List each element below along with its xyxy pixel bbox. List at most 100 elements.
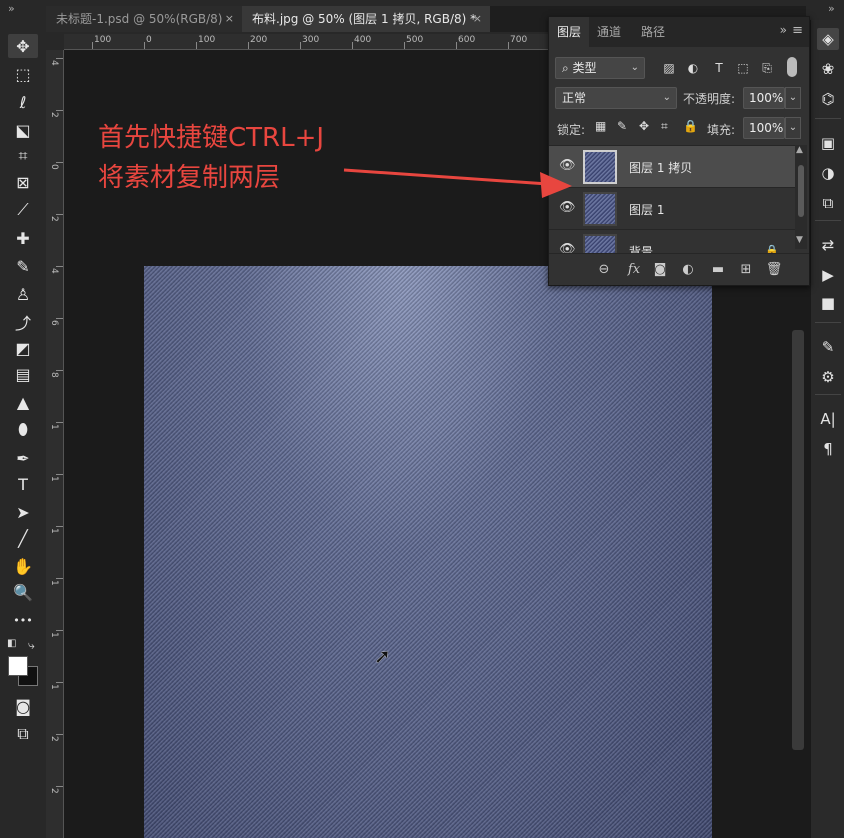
screen-mode-icon[interactable]: ⧉ [8,722,38,746]
history-dock-icon[interactable]: ⇄ [817,234,839,256]
fx-icon[interactable]: fx [625,261,643,279]
eraser-icon[interactable]: ◩ [8,336,38,360]
tab-layers[interactable]: 图层 [549,17,590,47]
zoom-icon[interactable]: 🔍 [8,580,38,604]
collapse-toolbar-icon[interactable]: » [8,2,15,15]
path-select-icon[interactable]: ➤ [8,500,38,524]
lock-artboard-icon[interactable]: ⌗ [661,119,668,134]
lock-all-icon[interactable]: 🔒 [683,119,698,133]
gradient-icon[interactable]: ▤ [8,362,38,386]
properties-dock-icon[interactable]: ⧉ [817,192,839,214]
tutorial-annotation: 首先快捷键CTRL+J 将素材复制两层 [98,118,324,198]
tab-untitled-psd[interactable]: 未标题-1.psd @ 50%(RGB/8) × [46,6,242,32]
lasso-icon[interactable]: ℓ [8,90,38,114]
denim-fabric-image[interactable] [144,266,712,838]
blend-mode-select[interactable]: 正常 ⌄ [555,87,677,109]
stamp-icon[interactable]: ♙ [8,282,38,306]
ruler-tick [92,42,93,49]
character-dock-icon[interactable]: A| [817,408,839,430]
visibility-eye-icon[interactable]: 👁 [559,158,576,173]
visibility-eye-icon[interactable]: 👁 [559,200,576,215]
canvas-vertical-scrollbar[interactable] [792,330,804,750]
object-select-icon[interactable]: ⬕ [8,118,38,142]
library-dock-icon[interactable]: ▣ [817,132,839,154]
blur-icon[interactable]: ▲ [8,390,38,414]
settings-dock-icon[interactable]: ⚙ [817,366,839,388]
adjustment-icon[interactable]: ◐ [679,261,697,279]
adjustment-filter-icon[interactable]: ◐ [685,61,701,77]
tab-paths[interactable]: 路径 [633,17,673,47]
marquee-icon[interactable]: ⬚ [8,62,38,86]
pixel-filter-icon[interactable]: ▨ [661,61,677,77]
paths-dock-icon[interactable]: ⌬ [817,88,839,110]
layers-dock-icon[interactable]: ◈ [817,28,839,50]
layer-name: 图层 1 拷贝 [629,161,693,175]
ruler-tick [56,422,63,423]
collapse-dock-icon[interactable]: » [828,2,835,15]
visibility-eye-icon[interactable]: 👁 [559,242,576,253]
history-brush-icon[interactable]: ⤴ [8,310,38,334]
link-icon[interactable]: ⊖ [595,261,613,279]
color-dock-icon[interactable]: ❀ [817,58,839,80]
ruler-tick [56,786,63,787]
ruler-label: 300 [302,35,320,45]
lock-position-icon[interactable]: ✥ [639,119,649,133]
type-icon[interactable]: T [8,472,38,496]
ruler-label: 700 [510,35,528,45]
scrollbar-thumb[interactable] [798,165,804,217]
foreground-color-swatch[interactable] [8,656,28,676]
tab-channels[interactable]: 通道 [589,17,629,47]
fill-field[interactable]: 100% [743,117,785,139]
dodge-icon[interactable]: ⬮ [8,418,38,442]
chevron-up-icon[interactable]: ▲ [796,145,803,155]
group-folder-icon[interactable]: ▬ [709,261,727,279]
type-filter-icon[interactable]: T [711,61,727,77]
close-icon[interactable]: × [225,6,234,32]
mask-icon[interactable]: ◙ [651,261,669,279]
collapse-panel-icon[interactable]: » [780,23,787,37]
layer-row-layer1[interactable]: 👁 图层 1 [549,187,795,229]
filter-toggle-icon[interactable] [787,57,797,77]
panel-tab-bar: 图层 通道 路径 » ≡ [549,17,809,47]
hand-icon[interactable]: ✋ [8,554,38,578]
dock-separator [815,322,841,323]
brush-icon[interactable]: ✎ [8,254,38,278]
adjust-dock-icon[interactable]: ◑ [817,162,839,184]
layer-row-layer1-copy[interactable]: 👁 图层 1 拷贝 [549,145,795,187]
trash-icon[interactable]: 🗑 [765,261,783,279]
ruler-tick [56,630,63,631]
new-layer-icon[interactable]: ⊞ [737,261,755,279]
layer-filter-select[interactable]: ⌕ 类型 ⌄ [555,57,645,79]
actions-dock-icon[interactable]: ▶ [817,264,839,286]
paragraph-dock-icon[interactable]: ¶ [817,438,839,460]
line-icon[interactable]: ╱ [8,526,38,550]
quick-mask-icon[interactable]: ◙ [8,694,38,718]
opacity-dropdown-icon[interactable]: ⌄ [785,87,801,109]
close-icon[interactable]: × [473,6,482,32]
fill-dropdown-icon[interactable]: ⌄ [785,117,801,139]
lock-pixels-icon[interactable]: ✎ [617,119,627,133]
layers-scrollbar[interactable]: ▲ ▼ [795,145,807,249]
pen-icon[interactable]: ✒ [8,446,38,470]
ruler-label: 100 [198,35,216,45]
brushes-dock-icon[interactable]: ✎ [817,336,839,358]
comments-dock-icon[interactable]: ■ [817,292,839,314]
move-icon[interactable]: ✥ [8,34,38,58]
healing-icon[interactable]: ✚ [8,226,38,250]
frame-icon[interactable]: ⊠ [8,170,38,194]
swap-colors-icon[interactable]: ⤷ [28,638,35,653]
panel-menu-icon[interactable]: ≡ [792,23,803,38]
vertical-ruler[interactable]: 4202468111111222 [46,50,64,838]
layer-row-background[interactable]: 👁 背景 🔒 [549,229,795,253]
smart-object-filter-icon[interactable]: ⎘ [759,61,775,77]
eyedropper-icon[interactable]: ⟋ [8,198,38,222]
lock-transparency-icon[interactable]: ▦ [595,119,606,133]
chevron-down-icon[interactable]: ▼ [796,235,803,245]
shape-filter-icon[interactable]: ⬚ [735,61,751,77]
crop-icon[interactable]: ⌗ [8,144,38,168]
opacity-field[interactable]: 100% [743,87,785,109]
default-colors-icon[interactable]: ◧ [7,638,16,649]
more-tools-icon[interactable]: ••• [8,608,38,632]
ruler-label: 500 [406,35,424,45]
tab-fabric-jpg[interactable]: 布料.jpg @ 50% (图层 1 拷贝, RGB/8) * × [242,6,490,32]
